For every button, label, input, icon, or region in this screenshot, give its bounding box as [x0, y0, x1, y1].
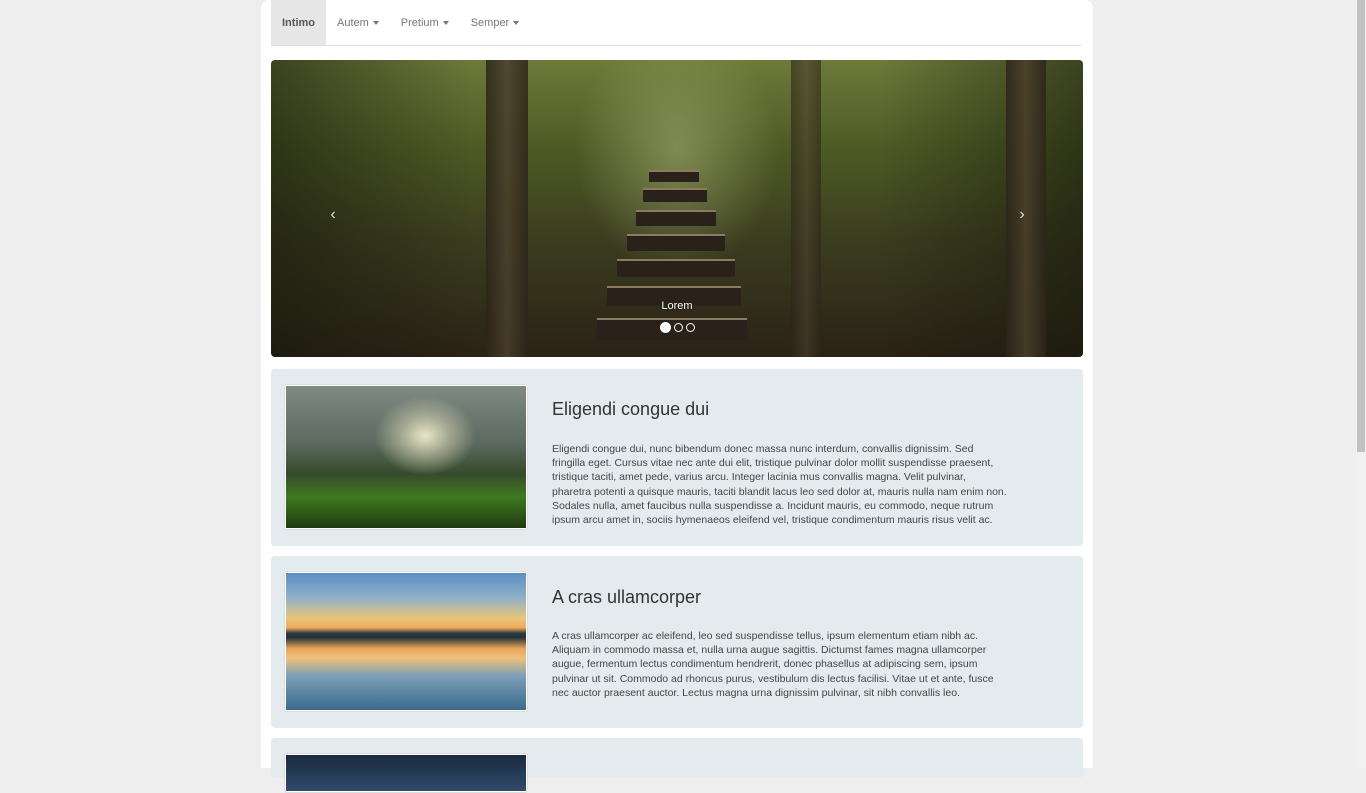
carousel-caption: Lorem	[661, 300, 693, 312]
carousel-indicators	[271, 322, 1083, 333]
carousel-slide-image	[627, 234, 725, 251]
nav-item-label: Autem	[337, 16, 369, 29]
lake-sunset-image	[286, 573, 526, 710]
nav-dropdown-pretium[interactable]: Pretium	[390, 0, 460, 45]
article-title: Eligendi congue dui	[552, 399, 710, 419]
carousel-slide-image	[486, 60, 528, 357]
nav-brand-label: Intimo	[282, 16, 315, 29]
article-title: A cras ullamcorper	[552, 587, 702, 607]
night-sky-image	[286, 755, 526, 791]
article-text: A cras ullamcorper ac eleifend, leo sed …	[552, 630, 994, 699]
article-thumbnail	[284, 384, 528, 530]
article-card: Eligendi congue dui Eligendi congue dui,…	[271, 369, 1083, 546]
carousel-slide-image	[636, 210, 716, 226]
caret-down-icon	[442, 20, 449, 25]
page-container: Intimo Autem Pretium Semper ‹ › Lorem El…	[261, 0, 1093, 793]
nav-brand-intimo[interactable]: Intimo	[271, 0, 326, 45]
grass-image	[286, 386, 526, 528]
carousel-prev-button[interactable]: ‹	[318, 200, 348, 230]
article-thumbnail	[284, 753, 528, 793]
nav-dropdown-semper[interactable]: Semper	[460, 0, 531, 45]
chevron-left-icon: ‹	[330, 206, 336, 223]
carousel-slide-image	[791, 60, 821, 357]
nav-item-label: Semper	[470, 16, 510, 29]
carousel-slide-image	[649, 170, 699, 182]
carousel-indicator[interactable]	[659, 322, 671, 333]
navbar: Intimo Autem Pretium Semper	[271, 0, 1081, 46]
page-scrollbar[interactable]	[1356, 0, 1366, 768]
nav-dropdown-autem[interactable]: Autem	[326, 0, 390, 45]
article-card	[271, 738, 1083, 793]
carousel-slide-image	[643, 188, 707, 202]
chevron-right-icon: ›	[1019, 206, 1025, 223]
carousel-indicator[interactable]	[673, 323, 683, 332]
caret-down-icon	[513, 20, 520, 25]
article-card: A cras ullamcorper A cras ullamcorper ac…	[271, 556, 1083, 728]
carousel-indicator[interactable]	[685, 323, 695, 332]
article-text: Eligendi congue dui, nunc bibendum donec…	[552, 443, 1007, 527]
carousel-slide-image	[617, 259, 735, 277]
scrollbar-thumb[interactable]	[1357, 0, 1365, 452]
image-carousel: ‹ › Lorem	[271, 60, 1083, 357]
article-thumbnail	[284, 571, 528, 712]
carousel-next-button[interactable]: ›	[1007, 200, 1037, 230]
caret-down-icon	[372, 20, 379, 25]
nav-item-label: Pretium	[400, 16, 439, 29]
